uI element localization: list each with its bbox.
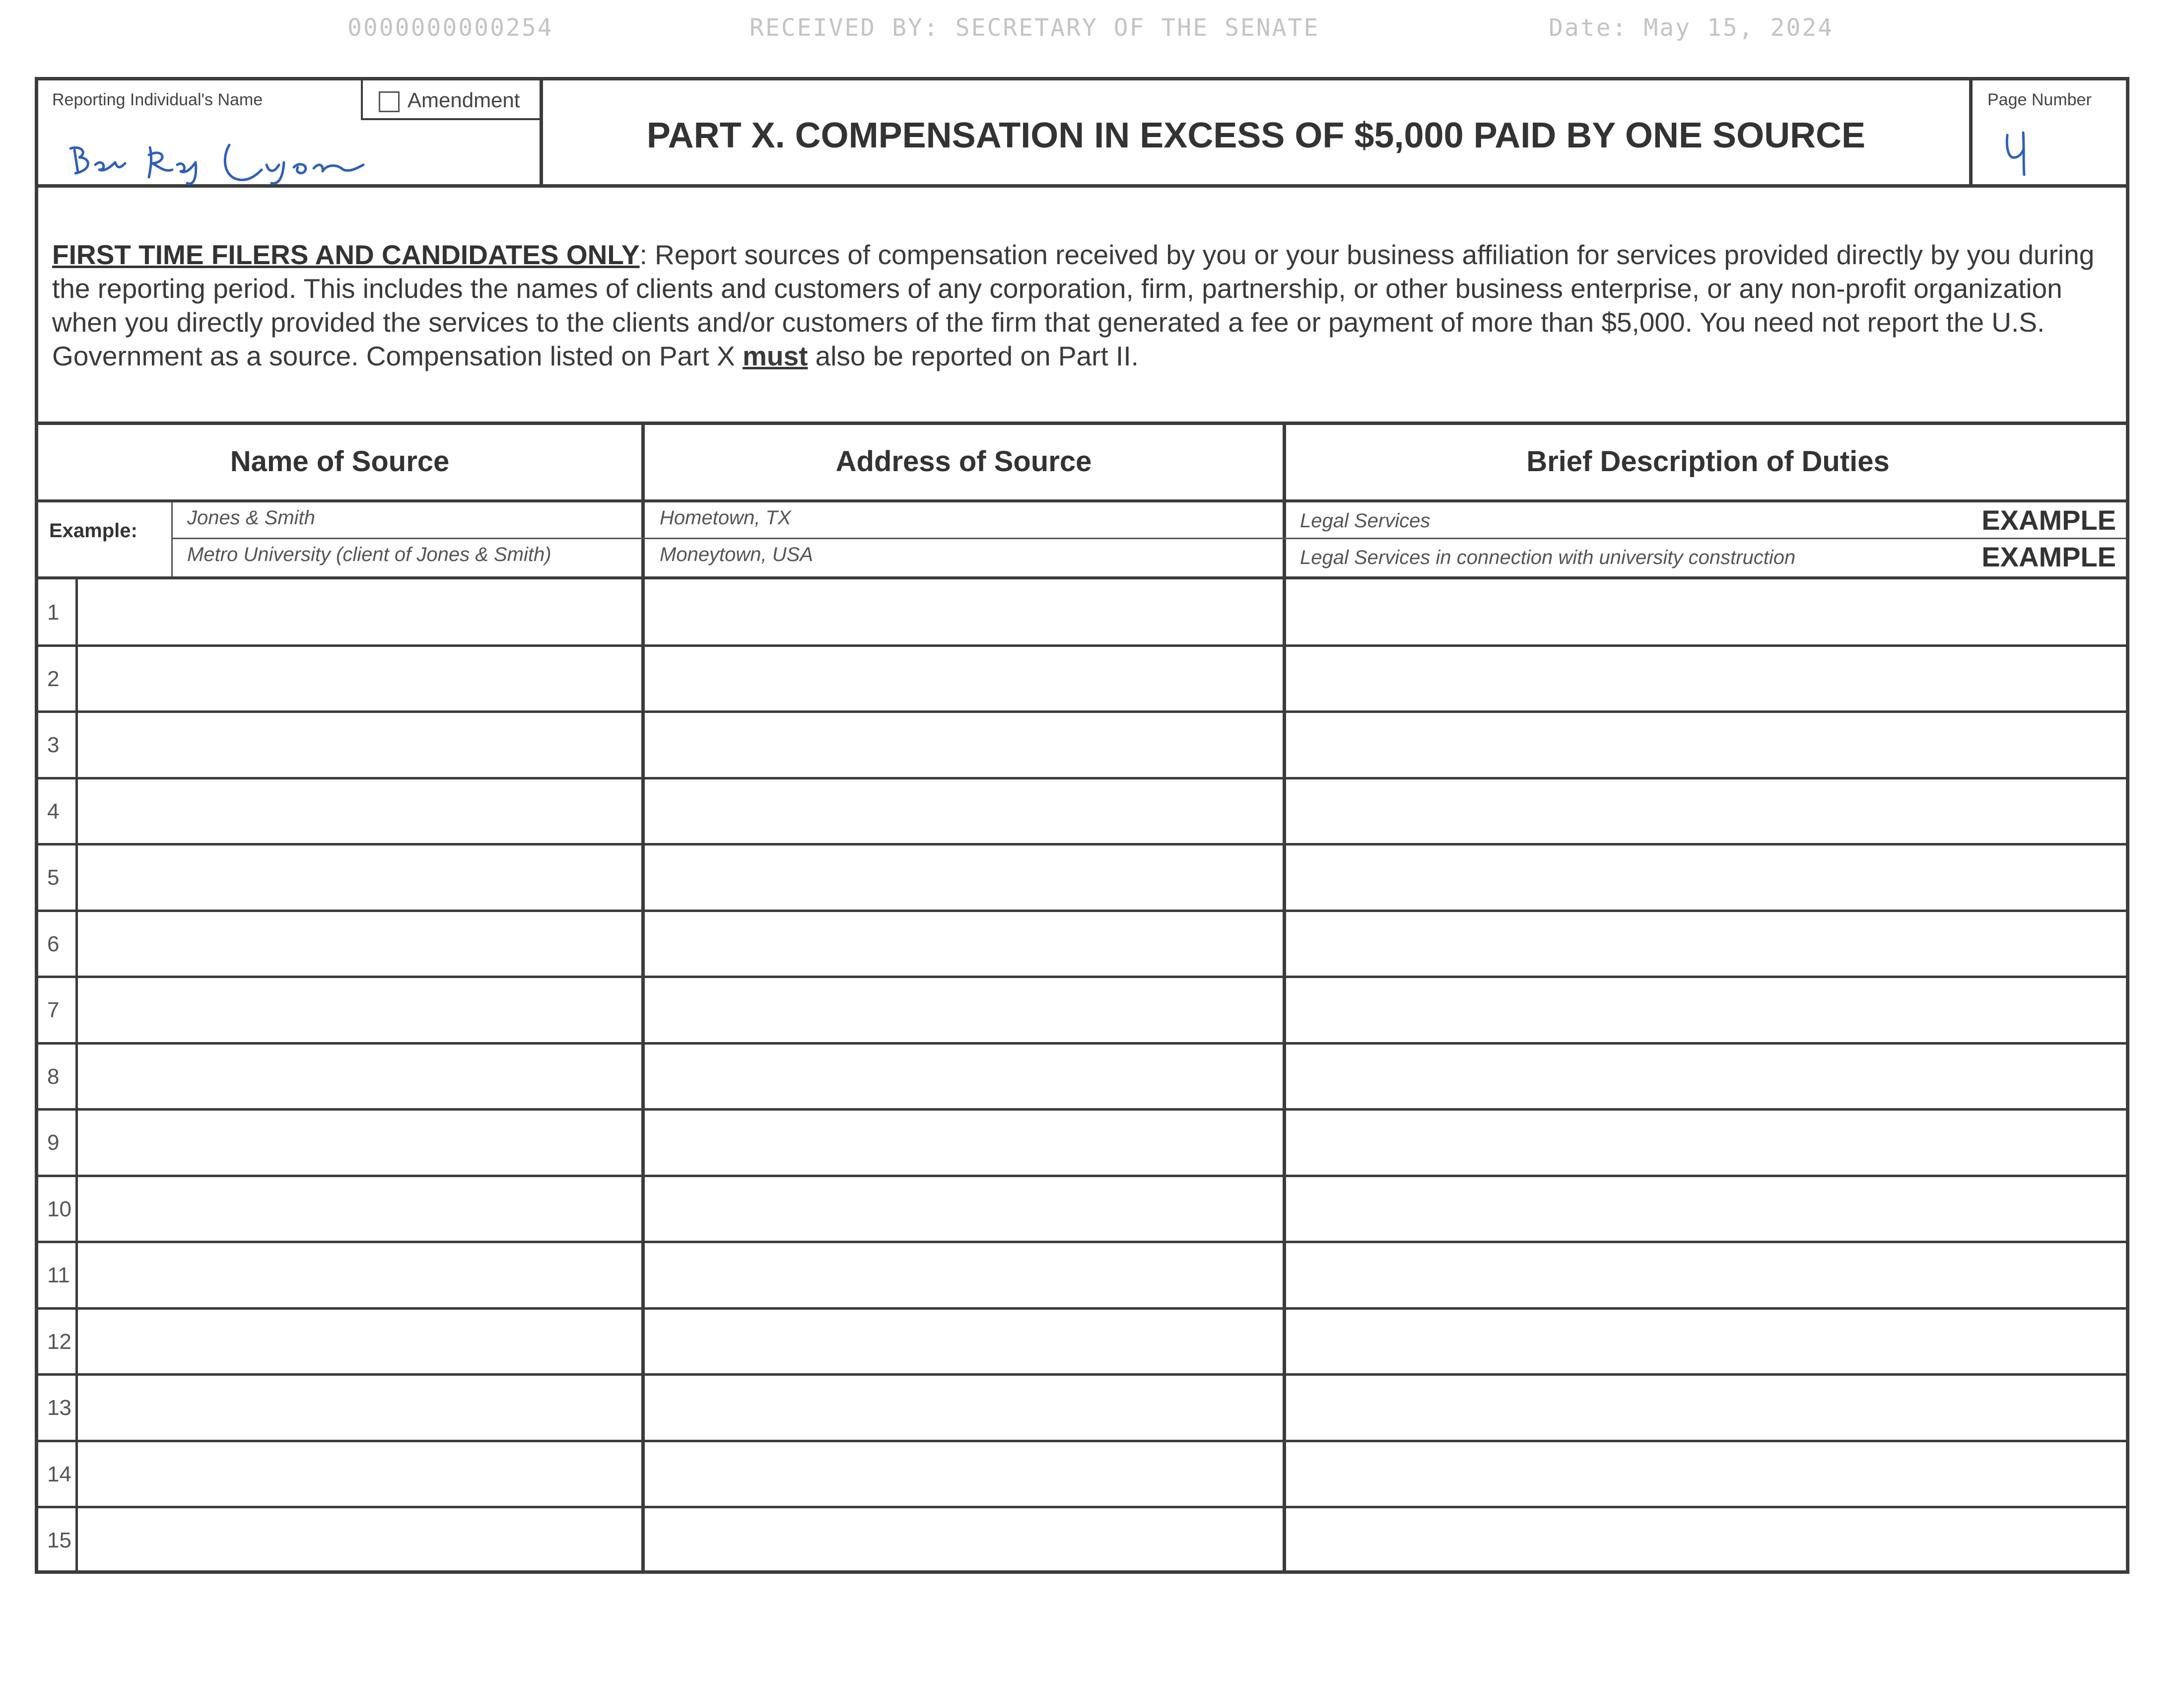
header-rule <box>38 499 2126 502</box>
column-header-duties: Brief Description of Duties <box>1526 445 1890 478</box>
row-rule <box>38 909 2126 912</box>
example-divider <box>171 501 173 579</box>
row-number: 15 <box>47 1528 71 1552</box>
part-x-form: Reporting Individual's Name Amendment PA… <box>35 77 2129 1574</box>
page-number-box: Page Number <box>1973 80 2126 184</box>
column-header-name: Name of Source <box>230 445 450 478</box>
page-number-label: Page Number <box>1987 90 2092 109</box>
row-number-divider <box>75 579 78 1570</box>
row-rule <box>38 1307 2126 1310</box>
example-tag-2: EXAMPLE <box>1981 541 2116 572</box>
received-by-stamp: RECEIVED BY: SECRETARY OF THE SENATE <box>750 14 1320 42</box>
instructions-text: FIRST TIME FILERS AND CANDIDATES ONLY: R… <box>52 238 2112 373</box>
row-rule <box>38 1439 2126 1442</box>
row-rule <box>38 1174 2126 1177</box>
row-rule <box>38 776 2126 779</box>
reporting-name-label: Reporting Individual's Name <box>52 90 263 109</box>
row-rule <box>38 1042 2126 1045</box>
column-header-address: Address of Source <box>835 445 1092 478</box>
row-number: 9 <box>47 1130 60 1155</box>
date-stamp: Date: May 15, 2024 <box>1549 14 1834 42</box>
row-number: 11 <box>47 1263 70 1287</box>
form-header: Reporting Individual's Name Amendment PA… <box>35 77 2129 188</box>
instructions-section: FIRST TIME FILERS AND CANDIDATES ONLY: R… <box>35 184 2129 425</box>
row-rule <box>38 1108 2126 1111</box>
row-rule <box>38 976 2126 978</box>
document-id-stamp: 0000000000254 <box>347 14 553 42</box>
examples-bottom-rule <box>38 576 2126 579</box>
row-rule <box>38 644 2126 647</box>
instructions-must: must <box>742 341 808 371</box>
row-number: 1 <box>47 600 60 625</box>
example-tag-1: EXAMPLE <box>1981 504 2116 536</box>
title-box: PART X. COMPENSATION IN EXCESS OF $5,000… <box>543 80 1973 184</box>
instructions-lead: FIRST TIME FILERS AND CANDIDATES ONLY <box>52 239 640 270</box>
amendment-checkbox[interactable] <box>379 91 400 112</box>
row-rule <box>38 1241 2126 1243</box>
row-number: 14 <box>47 1462 71 1486</box>
reporting-name-box: Reporting Individual's Name Amendment <box>38 80 543 185</box>
example-label: Example: <box>49 520 137 542</box>
row-number: 10 <box>47 1196 71 1221</box>
example-duties-2: Legal Services in connection with univer… <box>1300 547 1796 568</box>
example-address-1: Hometown, TX <box>660 507 791 529</box>
row-number: 13 <box>47 1396 71 1420</box>
handwritten-signature <box>69 143 365 185</box>
row-rule <box>38 843 2126 845</box>
form-title: PART X. COMPENSATION IN EXCESS OF $5,000… <box>646 116 1866 155</box>
example-rule <box>171 538 2126 539</box>
row-number: 12 <box>47 1329 71 1354</box>
example-name-2: Metro University (client of Jones & Smit… <box>187 544 551 565</box>
example-name-1: Jones & Smith <box>187 507 315 529</box>
row-rule <box>38 1506 2126 1508</box>
row-number: 4 <box>47 799 60 824</box>
handwritten-page-number <box>2005 131 2026 176</box>
row-number: 2 <box>47 666 60 691</box>
row-number: 3 <box>47 733 60 757</box>
row-number: 7 <box>47 998 60 1022</box>
example-address-2: Moneytown, USA <box>660 544 814 565</box>
row-rule <box>38 1373 2126 1376</box>
row-rule <box>38 710 2126 713</box>
example-duties-1: Legal Services <box>1300 510 1431 532</box>
amendment-box[interactable]: Amendment <box>361 80 540 120</box>
row-number: 6 <box>47 931 60 956</box>
row-number: 8 <box>47 1064 60 1089</box>
instructions-body-2: also be reported on Part II. <box>808 341 1139 371</box>
compensation-table: Name of Source Address of Source Brief D… <box>35 422 2129 1574</box>
amendment-label: Amendment <box>408 88 520 112</box>
column-divider <box>641 422 645 1570</box>
column-divider <box>1283 422 1286 1570</box>
row-number: 5 <box>47 865 60 890</box>
